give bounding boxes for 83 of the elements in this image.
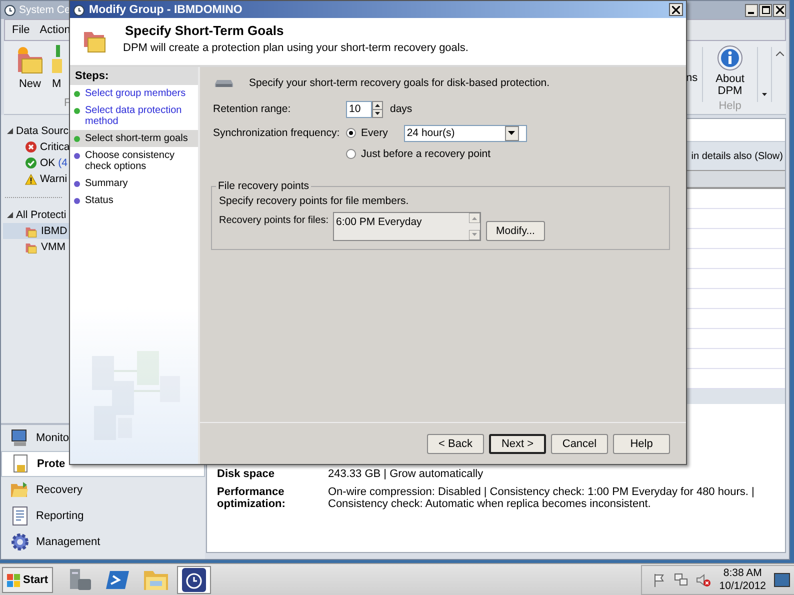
gear-icon xyxy=(10,532,30,552)
info-icon xyxy=(717,45,743,71)
error-icon xyxy=(25,141,37,153)
page-subheading: DPM will create a protection plan using your short-term recovery goals. xyxy=(123,42,468,54)
close-button[interactable] xyxy=(669,3,683,16)
maximize-button[interactable] xyxy=(759,4,772,16)
folder-icon xyxy=(25,240,38,254)
close-button[interactable] xyxy=(773,4,786,16)
about-button[interactable]: About DPM xyxy=(707,45,753,97)
maximize-icon xyxy=(762,6,770,14)
detail-label: Disk space xyxy=(217,468,276,480)
collapse-icon[interactable] xyxy=(776,51,784,56)
nav-item[interactable]: Management xyxy=(1,529,205,555)
ok-icon xyxy=(25,157,37,169)
nav-item[interactable]: Monito xyxy=(1,425,205,451)
unit-label: days xyxy=(390,103,412,115)
tree-item[interactable]: VMM xyxy=(3,239,70,255)
folders-icon xyxy=(10,480,30,500)
menu-item[interactable]: File xyxy=(12,24,30,36)
field-label: Recovery points for files: xyxy=(219,214,330,228)
dialog-button[interactable]: < Back xyxy=(427,434,484,454)
nav-item[interactable]: Reporting xyxy=(1,503,205,529)
tree-item[interactable]: OK (4 xyxy=(3,155,70,171)
report-icon xyxy=(10,506,30,526)
dialog-button[interactable]: Help xyxy=(613,434,670,454)
step-item[interactable]: Select short-term goals xyxy=(70,130,198,147)
new-folder-icon xyxy=(15,45,45,75)
volume-muted-icon[interactable] xyxy=(696,573,712,587)
app-icon xyxy=(73,4,85,16)
ribbon-button[interactable]: ns xyxy=(686,41,698,114)
warning-icon xyxy=(25,174,37,184)
app-icon xyxy=(4,4,16,16)
taskbar-app[interactable] xyxy=(177,566,212,594)
detail-label: Performance optimization: xyxy=(217,486,286,510)
step-item[interactable]: Choose consistency check options xyxy=(70,147,198,175)
field-label: Synchronization frequency: xyxy=(213,127,341,139)
frequency-dropdown[interactable]: 24 hour(s) xyxy=(404,124,527,142)
tree-item[interactable]: Critica xyxy=(3,139,70,155)
step-item[interactable]: Status xyxy=(70,192,198,209)
step-item[interactable]: Summary xyxy=(70,175,198,192)
expander-icon[interactable] xyxy=(7,212,13,218)
start-button[interactable]: Start xyxy=(2,567,54,593)
option-label: in details also (Slow) xyxy=(691,150,783,162)
group-title: File recovery points xyxy=(216,180,312,192)
tree-item[interactable]: Warni xyxy=(3,171,70,187)
detail-value: On-wire compression: Disabled | Consistency check: 1:00 PM Everyday for 480 hours. | Consistency check: Automatic when replica becomes inconsistent. xyxy=(328,486,756,510)
radio-option[interactable]: Every xyxy=(346,127,388,139)
close-icon xyxy=(776,6,784,14)
clock-date: 10/1/2012 xyxy=(719,580,766,593)
minimize-button[interactable] xyxy=(745,4,758,16)
step-item[interactable]: Select group members xyxy=(70,85,198,102)
expander-icon[interactable] xyxy=(7,128,13,134)
dialog-button[interactable]: Next > xyxy=(489,434,546,454)
group-description: Specify recovery points for file members. xyxy=(219,195,410,207)
dropdown-caret-icon xyxy=(508,131,516,135)
folder-icon xyxy=(25,224,38,238)
windows-logo-icon xyxy=(7,574,21,586)
ribbon-button[interactable]: M xyxy=(52,45,70,97)
clock-shield-icon xyxy=(181,567,208,593)
dialog-title: Modify Group - IBMDOMINO xyxy=(89,4,242,16)
group-label: Help xyxy=(718,100,742,112)
show-desktop-button[interactable] xyxy=(774,573,790,587)
clock-time: 8:38 AM xyxy=(723,567,762,580)
radio-option[interactable]: Just before a recovery point xyxy=(346,148,491,160)
dialog-button[interactable]: Cancel xyxy=(551,434,608,454)
tree-item[interactable]: Data Sourc xyxy=(16,125,69,137)
tree-item[interactable]: All Protecti xyxy=(16,209,66,221)
folder-icon xyxy=(83,31,107,53)
spinner-icon[interactable] xyxy=(372,100,383,118)
network-icon[interactable] xyxy=(674,573,688,587)
detail-value: 243.33 GB | Grow automatically xyxy=(328,468,484,480)
nav-item[interactable]: Recovery xyxy=(1,477,205,503)
flag-icon[interactable] xyxy=(652,573,666,587)
intro-text: Specify your short-term recovery goals for disk-based protection. xyxy=(249,77,550,89)
modify-button[interactable]: Modify... xyxy=(486,221,545,241)
menu-item[interactable]: Action xyxy=(40,24,70,36)
field-label: Retention range: xyxy=(213,103,292,115)
new-button[interactable]: New xyxy=(12,45,48,97)
page-heading: Specify Short-Term Goals xyxy=(125,23,285,38)
steps-title: Steps: xyxy=(75,70,109,82)
step-item[interactable]: Select data protection method xyxy=(70,102,198,130)
tree-item[interactable]: IBMD xyxy=(3,223,70,239)
retention-field[interactable]: 10 xyxy=(346,100,372,118)
